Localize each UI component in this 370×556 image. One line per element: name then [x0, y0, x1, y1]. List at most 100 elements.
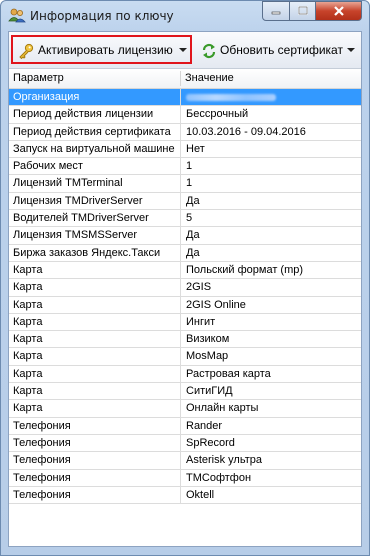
redacted-value [186, 94, 276, 101]
value-cell: Asterisk ультра [186, 454, 262, 467]
param-cell: Телефония [13, 454, 71, 467]
value-cell: 2GIS Online [186, 298, 246, 311]
table-row[interactable]: Карта 2GIS Online [9, 296, 361, 314]
table-row[interactable]: Карта Польский формат (mp) [9, 261, 361, 280]
param-cell: Лицензий TMTerminal [13, 177, 123, 190]
column-divider [180, 261, 181, 279]
value-cell: Oktell [186, 488, 215, 501]
param-cell: Карта [13, 298, 43, 311]
param-cell: Карта [13, 281, 43, 294]
column-divider [180, 106, 181, 123]
column-divider [180, 140, 181, 158]
table-row[interactable]: Биржа заказов Яндекс.Такси Да [9, 244, 361, 262]
column-divider [180, 296, 181, 313]
column-divider [180, 313, 181, 331]
key-info-grid[interactable]: Параметр Значение Организация Период дейс… [9, 69, 361, 546]
activate-license-label: Активировать лицензию [38, 43, 173, 57]
param-cell: Телефония [13, 488, 71, 501]
window-title: Информация по ключу [30, 9, 174, 23]
table-row[interactable]: Карта 2GIS [9, 279, 361, 297]
value-cell: Онлайн карты [186, 402, 259, 415]
param-cell: Организация [13, 91, 80, 103]
column-header-value[interactable]: Значение [185, 72, 234, 84]
column-divider [180, 383, 181, 400]
column-divider [180, 279, 181, 296]
refresh-certificate-label: Обновить сертификат [220, 43, 343, 57]
table-row[interactable]: Телефония Oktell [9, 486, 361, 505]
value-cell: 1 [186, 160, 193, 173]
table-row[interactable]: Лицензий TMTerminal 1 [9, 175, 361, 193]
column-divider [180, 331, 181, 348]
chevron-down-icon[interactable] [347, 48, 355, 52]
param-cell: Лицензия TMSMSServer [13, 229, 138, 242]
close-button[interactable] [315, 1, 362, 21]
column-divider [180, 244, 181, 261]
value-cell: СитиГИД [186, 385, 233, 398]
refresh-certificate-button[interactable]: Обновить сертификат [197, 38, 361, 62]
column-divider [180, 192, 181, 210]
param-cell: Водителей TMDriverServer [13, 212, 149, 225]
refresh-icon [202, 43, 216, 59]
table-row[interactable]: Период действия сертификата 10.03.2016 - … [9, 123, 361, 141]
param-cell: Карта [13, 402, 43, 415]
value-cell: 5 [186, 212, 193, 225]
column-divider [180, 469, 181, 486]
minimize-button[interactable] [262, 1, 290, 21]
table-row[interactable]: Телефония Rander [9, 417, 361, 435]
param-cell: Карта [13, 367, 43, 380]
column-divider [180, 452, 181, 469]
table-row[interactable]: Запуск на виртуальной машине Нет [9, 140, 361, 159]
table-row[interactable]: Рабочих мест 1 [9, 158, 361, 176]
table-row[interactable]: Карта Ингит [9, 313, 361, 332]
table-row[interactable]: Лицензия TMSMSServer Да [9, 227, 361, 245]
param-cell: Запуск на виртуальной машине [13, 142, 175, 155]
maximize-icon [297, 6, 308, 15]
table-row[interactable]: Телефония Asterisk ультра [9, 452, 361, 470]
title-bar[interactable]: Информация по ключу [1, 1, 369, 31]
param-cell: Биржа заказов Яндекс.Такси [13, 246, 161, 259]
table-row[interactable]: Карта СитиГИД [9, 383, 361, 401]
table-row[interactable]: Карта MosMap [9, 348, 361, 366]
chevron-down-icon[interactable] [179, 48, 187, 52]
value-cell: Rander [186, 419, 223, 432]
value-cell: Нет [186, 142, 205, 155]
column-header-param[interactable]: Параметр [13, 72, 64, 84]
column-divider [180, 89, 181, 106]
table-row[interactable]: Телефония SpRecord [9, 434, 361, 453]
param-cell: Карта [13, 385, 43, 398]
toolbar: Активировать лицензию Обновить сертифика… [9, 32, 361, 69]
table-row[interactable]: Организация [9, 89, 361, 107]
key-info-window: Информация по ключу Активировать лицензи… [0, 0, 370, 556]
param-cell: Карта [13, 350, 43, 363]
table-row[interactable]: Телефония ТМСофтфон [9, 469, 361, 487]
value-cell: Ингит [186, 315, 216, 328]
column-divider [180, 123, 181, 140]
value-cell: ТМСофтфон [186, 471, 252, 484]
param-cell: Телефония [13, 419, 71, 432]
table-row[interactable]: Карта Визиком [9, 331, 361, 349]
column-divider [180, 227, 181, 244]
value-cell: 2GIS [186, 281, 212, 294]
table-row[interactable]: Период действия лицензии Бессрочный [9, 106, 361, 124]
value-cell: Да [186, 246, 200, 259]
param-cell: Период действия лицензии [13, 108, 154, 121]
table-row[interactable]: Карта Онлайн карты [9, 400, 361, 418]
table-row[interactable]: Лицензия TMDriverServer Да [9, 192, 361, 211]
table-row[interactable]: Карта Растровая карта [9, 365, 361, 384]
column-divider [180, 400, 181, 417]
minimize-icon [271, 11, 281, 15]
maximize-button[interactable] [289, 1, 316, 21]
column-divider [180, 365, 181, 383]
table-row[interactable]: Водителей TMDriverServer 5 [9, 210, 361, 228]
value-cell: Бессрочный [186, 108, 249, 121]
value-cell: MosMap [186, 350, 229, 363]
column-divider [180, 417, 181, 434]
column-divider[interactable] [180, 71, 181, 86]
column-divider [180, 348, 181, 365]
value-cell: 1 [186, 177, 193, 190]
param-cell: Карта [13, 333, 43, 346]
column-divider [180, 175, 181, 192]
column-divider [180, 158, 181, 175]
value-cell: Растровая карта [186, 367, 271, 380]
activate-license-button[interactable]: Активировать лицензию [9, 35, 192, 64]
